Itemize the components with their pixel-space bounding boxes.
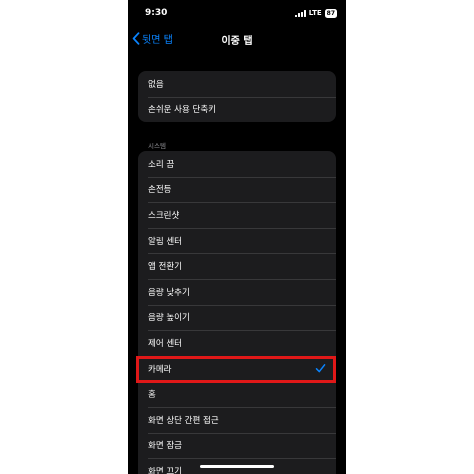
status-indicators: LTE 87	[294, 8, 337, 18]
option-row-camera[interactable]: 카메라	[138, 355, 336, 382]
phone-screen: 9:30 LTE 87 뒷면 탭 이중 탭 없음 손쉬운 사용 단축키 시스템 …	[128, 0, 346, 474]
option-label: 알림 센터	[148, 236, 182, 247]
status-bar: 9:30 LTE 87	[128, 0, 346, 26]
option-row-reachability[interactable]: 화면 상단 간편 접근	[138, 406, 336, 433]
option-label: 손쉬운 사용 단축키	[148, 105, 216, 116]
option-label: 제어 센터	[148, 338, 182, 349]
option-label: 손전등	[148, 185, 172, 196]
option-label: 음량 높이기	[148, 313, 190, 324]
page-title: 이중 탭	[221, 36, 253, 47]
options-group-system: 소리 끔 손전등 스크린샷 알림 센터 앱 전환기 음량 낮추기 음량 높이기 …	[138, 151, 336, 474]
status-time: 9:30	[145, 8, 168, 18]
option-row-home[interactable]: 홈	[138, 381, 336, 407]
network-type: LTE	[308, 9, 322, 17]
option-row-mute[interactable]: 소리 끔	[138, 151, 336, 177]
option-label: 홈	[148, 390, 156, 401]
option-row-control-center[interactable]: 제어 센터	[138, 330, 336, 356]
option-row-none[interactable]: 없음	[138, 71, 336, 97]
option-label: 없음	[148, 79, 164, 90]
checkmark-icon	[315, 363, 326, 373]
cellular-signal-icon	[294, 9, 306, 17]
option-label: 화면 상단 간편 접근	[148, 415, 219, 426]
option-label: 카메라	[148, 364, 172, 375]
option-row-volume-down[interactable]: 음량 낮추기	[138, 278, 336, 305]
home-indicator[interactable]	[200, 465, 274, 468]
option-row-notification-center[interactable]: 알림 센터	[138, 227, 336, 254]
option-label: 앱 전환기	[148, 262, 182, 273]
option-label: 화면 끄기	[148, 466, 182, 474]
section-header-system: 시스템	[148, 142, 166, 150]
option-label: 음량 낮추기	[148, 287, 190, 298]
option-row-accessibility-shortcut[interactable]: 손쉬운 사용 단축키	[138, 96, 336, 123]
option-row-volume-up[interactable]: 음량 높이기	[138, 304, 336, 331]
option-label: 화면 잠금	[148, 441, 182, 452]
option-label: 소리 끔	[148, 159, 175, 170]
option-row-screenshot[interactable]: 스크린샷	[138, 202, 336, 228]
option-label: 스크린샷	[148, 210, 180, 221]
option-row-flashlight[interactable]: 손전등	[138, 176, 336, 203]
option-row-app-switcher[interactable]: 앱 전환기	[138, 253, 336, 279]
option-row-lock-screen[interactable]: 화면 잠금	[138, 432, 336, 459]
battery-icon: 87	[324, 8, 337, 18]
navigation-bar: 뒷면 탭 이중 탭	[128, 26, 346, 50]
options-group-basic: 없음 손쉬운 사용 단축키	[138, 71, 336, 123]
